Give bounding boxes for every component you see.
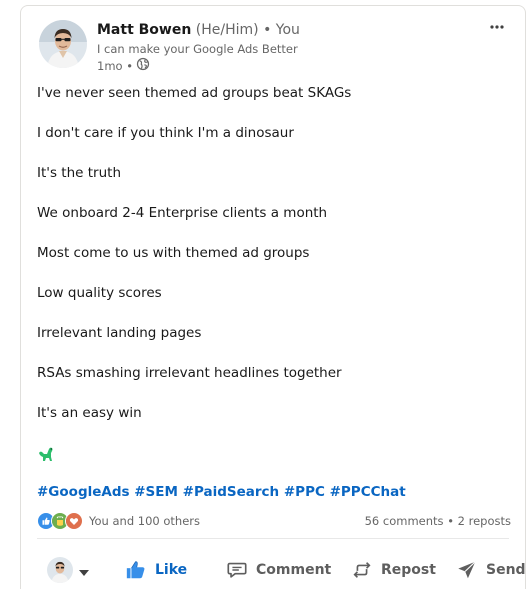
reaction-icons xyxy=(37,512,83,530)
comment-label: Comment xyxy=(256,562,332,578)
author-headline: I can make your Google Ads Better xyxy=(97,42,298,56)
author-avatar[interactable] xyxy=(39,20,87,68)
post-text-line: Irrelevant landing pages xyxy=(37,325,202,341)
connection-degree: • You xyxy=(263,22,300,38)
author-name[interactable]: Matt Bowen xyxy=(97,22,191,38)
counts-separator: • xyxy=(447,514,454,528)
author-pronouns: (He/Him) xyxy=(195,22,259,38)
hashtag-link[interactable]: #PPCChat xyxy=(330,484,406,500)
repost-button[interactable]: Repost xyxy=(351,557,436,583)
post-text-line: Most come to us with themed ad groups xyxy=(37,245,310,261)
post-text-line: It's the truth xyxy=(37,165,122,181)
actor-avatar xyxy=(47,557,73,583)
action-divider xyxy=(37,538,509,539)
post-body: I've never seen themed ad groups beat SK… xyxy=(37,83,507,443)
hashtag-link[interactable]: #SEM xyxy=(134,484,178,500)
post-text-line: I've never seen themed ad groups beat SK… xyxy=(37,85,352,101)
more-options-button[interactable] xyxy=(485,12,509,36)
thumbs-up-icon xyxy=(125,559,147,581)
repost-label: Repost xyxy=(381,562,436,578)
hashtag-link[interactable]: #PPC xyxy=(284,484,325,500)
post-time: 1mo • xyxy=(97,59,133,73)
globe-icon xyxy=(136,57,150,75)
like-button[interactable]: Like xyxy=(125,557,187,583)
post-text-line: It's an easy win xyxy=(37,405,142,421)
post-text-line: Low quality scores xyxy=(37,285,162,301)
social-action-bar: Like Comment Repost Send xyxy=(37,549,526,589)
send-button[interactable]: Send xyxy=(456,557,526,583)
send-icon xyxy=(456,559,478,581)
reposts-count[interactable]: 2 reposts xyxy=(458,514,511,528)
reactions-summary[interactable]: You and 100 others xyxy=(37,511,200,531)
post-text-line: I don't care if you think I'm a dinosaur xyxy=(37,125,294,141)
post-meta: 1mo • xyxy=(97,57,150,75)
comment-icon xyxy=(226,559,248,581)
hashtag-list: #GoogleAds #SEM #PaidSearch #PPC #PPCCha… xyxy=(37,482,406,502)
feed-post-card: Matt Bowen (He/Him) • You I can make you… xyxy=(20,5,526,589)
send-label: Send xyxy=(486,562,526,578)
repost-icon xyxy=(351,559,373,581)
hashtag-link[interactable]: #PaidSearch xyxy=(183,484,280,500)
love-reaction-icon xyxy=(65,512,83,530)
like-label: Like xyxy=(155,562,188,578)
comments-count[interactable]: 56 comments xyxy=(365,514,444,528)
comment-button[interactable]: Comment xyxy=(226,557,331,583)
hashtag-link[interactable]: #GoogleAds xyxy=(37,484,130,500)
author-name-line[interactable]: Matt Bowen (He/Him) • You xyxy=(97,21,300,39)
social-counts: 56 comments • 2 reposts xyxy=(365,511,511,531)
reactions-count-text[interactable]: You and 100 others xyxy=(89,514,200,528)
post-text-line: We onboard 2-4 Enterprise clients a mont… xyxy=(37,205,328,221)
ellipsis-icon xyxy=(489,15,505,34)
post-text-line: RSAs smashing irrelevant headlines toget… xyxy=(37,365,342,381)
dinosaur-emoji-icon xyxy=(37,445,57,465)
caret-down-icon xyxy=(79,561,89,580)
actor-switcher[interactable] xyxy=(47,557,89,583)
